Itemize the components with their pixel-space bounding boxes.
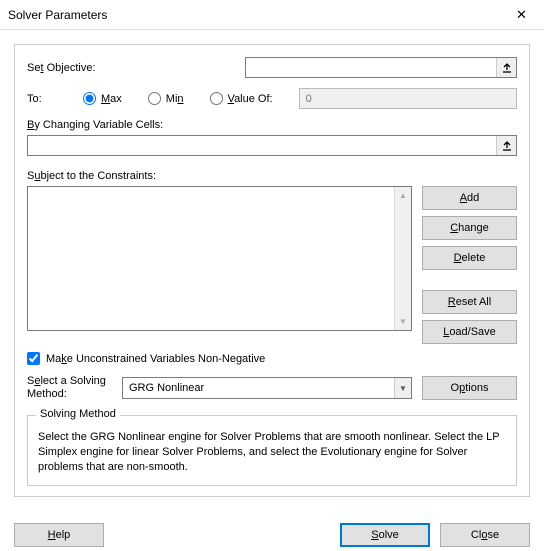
select-method-label: Select a Solving Method: — [27, 375, 112, 401]
set-objective-label: Set Objective: — [27, 62, 245, 74]
collapse-dialog-icon[interactable] — [496, 58, 516, 77]
scroll-down-icon[interactable]: ▼ — [395, 313, 411, 330]
options-button[interactable]: Options — [422, 376, 517, 400]
set-objective-input[interactable] — [245, 57, 517, 78]
value-of-radio[interactable]: Value Of: — [210, 92, 273, 105]
add-button[interactable]: Add — [422, 186, 517, 210]
min-radio[interactable]: Min — [148, 92, 184, 105]
solve-button[interactable]: Solve — [340, 523, 430, 547]
solving-method-legend: Solving Method — [36, 408, 120, 420]
load-save-button[interactable]: Load/Save — [422, 320, 517, 344]
reset-all-button[interactable]: Reset All — [422, 290, 517, 314]
to-label: To: — [27, 93, 83, 105]
chevron-down-icon[interactable]: ▼ — [394, 378, 411, 398]
constraints-listbox[interactable]: ▲ ▼ — [27, 186, 412, 331]
collapse-dialog-icon[interactable] — [496, 136, 516, 155]
non-negative-checkbox[interactable]: Make Unconstrained Variables Non-Negativ… — [27, 352, 517, 365]
value-of-input[interactable]: 0 — [299, 88, 517, 109]
solving-method-groupbox: Solving Method Select the GRG Nonlinear … — [27, 415, 517, 486]
window-title: Solver Parameters — [8, 8, 107, 22]
changing-cells-field[interactable] — [28, 136, 496, 155]
help-button[interactable]: Help — [14, 523, 104, 547]
change-button[interactable]: Change — [422, 216, 517, 240]
delete-button[interactable]: Delete — [422, 246, 517, 270]
close-button-footer[interactable]: Close — [440, 523, 530, 547]
set-objective-field[interactable] — [246, 58, 496, 77]
main-panel: Set Objective: To: Max Min Value Of: — [14, 44, 530, 497]
max-radio[interactable]: Max — [83, 92, 122, 105]
close-button[interactable]: ✕ — [499, 0, 544, 30]
scroll-up-icon[interactable]: ▲ — [395, 187, 411, 204]
constraints-label: Subject to the Constraints: — [27, 170, 517, 182]
solving-method-description: Select the GRG Nonlinear engine for Solv… — [38, 430, 506, 475]
solving-method-combo[interactable]: GRG Nonlinear ▼ — [122, 377, 412, 399]
by-changing-label: By Changing Variable Cells: — [27, 119, 517, 131]
changing-cells-input[interactable] — [27, 135, 517, 156]
footer: Help Solve Close — [0, 511, 544, 551]
scrollbar[interactable]: ▲ ▼ — [394, 187, 411, 330]
titlebar: Solver Parameters ✕ — [0, 0, 544, 30]
